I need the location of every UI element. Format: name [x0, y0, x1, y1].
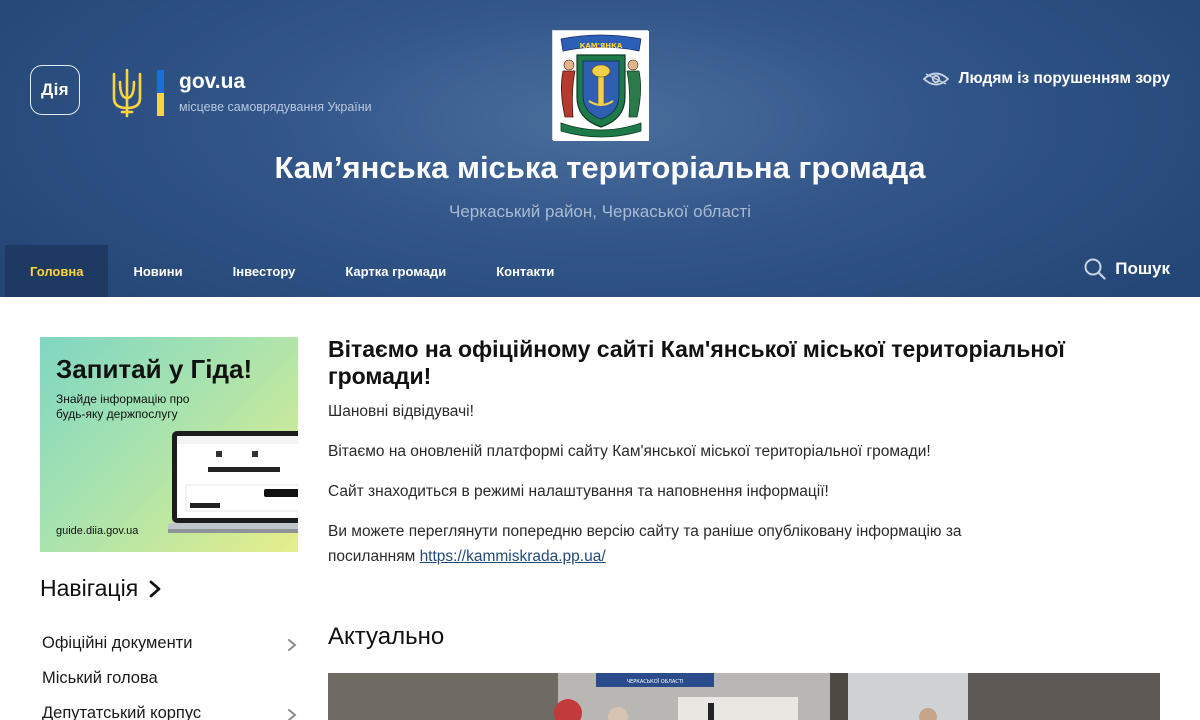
- site-subtitle: Черкаський район, Черкаської області: [449, 202, 751, 221]
- diia-logo-button[interactable]: Дія: [30, 65, 80, 115]
- banner-title: Запитай у Гіда!: [56, 354, 253, 384]
- sidebar-item-label: Офіційні документи: [42, 634, 193, 652]
- govua-subtitle: місцеве самоврядування України: [179, 100, 372, 114]
- news-image-sign: ЧЕРКАСЬКОЇ ОБЛАСТІ: [627, 678, 684, 685]
- emblem-ribbon-text: КАМ'ЯНКА: [580, 42, 623, 50]
- section-title-actual: Актуально: [328, 623, 445, 650]
- accessibility-vision-link[interactable]: Людям із порушенням зору: [922, 70, 1170, 88]
- paragraph-platform: Вітаємо на оновленій платформі сайту Кам…: [328, 443, 931, 460]
- search-label: Пошук: [1115, 259, 1170, 278]
- city-coat-of-arms[interactable]: КАМ'ЯНКА: [552, 30, 649, 141]
- chevron-right-icon[interactable]: [286, 638, 298, 652]
- sidebar-item-label: Міський голова: [42, 669, 158, 687]
- nav-item-investor[interactable]: Інвестору: [208, 245, 321, 297]
- sidebar-item-official-documents[interactable]: Офіційні документи: [42, 634, 298, 653]
- site-header: Дія gov.ua місцеве самоврядування Україн…: [0, 0, 1200, 297]
- main-navigation: Головна Новини Інвестору Картка громади …: [5, 245, 579, 297]
- eye-icon: [922, 72, 949, 86]
- laptop-illustration: [168, 431, 298, 533]
- banner-subtitle: Знайде інформацію про будь-яку держпослу…: [56, 392, 190, 421]
- vision-link-label: Людям із порушенням зору: [958, 70, 1170, 87]
- welcome-heading: Вітаємо на офіційному сайті Кам'янської …: [328, 336, 1065, 389]
- search-button[interactable]: Пошук: [1084, 258, 1170, 280]
- nav-item-contacts[interactable]: Контакти: [471, 245, 579, 297]
- diia-guide-banner[interactable]: Запитай у Гіда! Знайде інформацію про бу…: [40, 337, 298, 552]
- news-image[interactable]: ЧЕРКАСЬКОЇ ОБЛАСТІ: [328, 673, 1160, 720]
- site-title[interactable]: Кам’янська міська територіальна громада: [0, 150, 1200, 186]
- sidebar-item-mayor[interactable]: Міський голова: [42, 669, 298, 688]
- ukraine-flag-bar: [157, 70, 164, 116]
- paragraph-previous-site: Ви можете переглянути попередню версію с…: [328, 519, 1008, 569]
- chevron-right-icon[interactable]: [286, 708, 298, 720]
- nav-item-home[interactable]: Головна: [5, 245, 109, 297]
- govua-logo-text[interactable]: gov.ua: [179, 70, 245, 94]
- sidebar-nav-heading[interactable]: Навігація: [40, 575, 162, 602]
- nav-item-news[interactable]: Новини: [108, 245, 207, 297]
- previous-site-link[interactable]: https://kammiskrada.pp.ua/: [420, 548, 606, 565]
- sidebar-item-deputies[interactable]: Депутатський корпус: [42, 704, 298, 720]
- chevron-right-icon: [149, 580, 161, 597]
- search-icon: [1084, 258, 1106, 280]
- nav-item-community-card[interactable]: Картка громади: [320, 245, 471, 297]
- sidebar-item-label: Депутатський корпус: [42, 704, 202, 720]
- nav-heading-label: Навігація: [40, 575, 139, 601]
- paragraph-greeting: Шановні відвідувачі!: [328, 403, 474, 420]
- banner-url: guide.diia.gov.ua: [56, 525, 139, 537]
- trident-icon: [112, 68, 142, 118]
- paragraph-setup: Сайт знаходиться в режимі налаштування т…: [328, 483, 829, 500]
